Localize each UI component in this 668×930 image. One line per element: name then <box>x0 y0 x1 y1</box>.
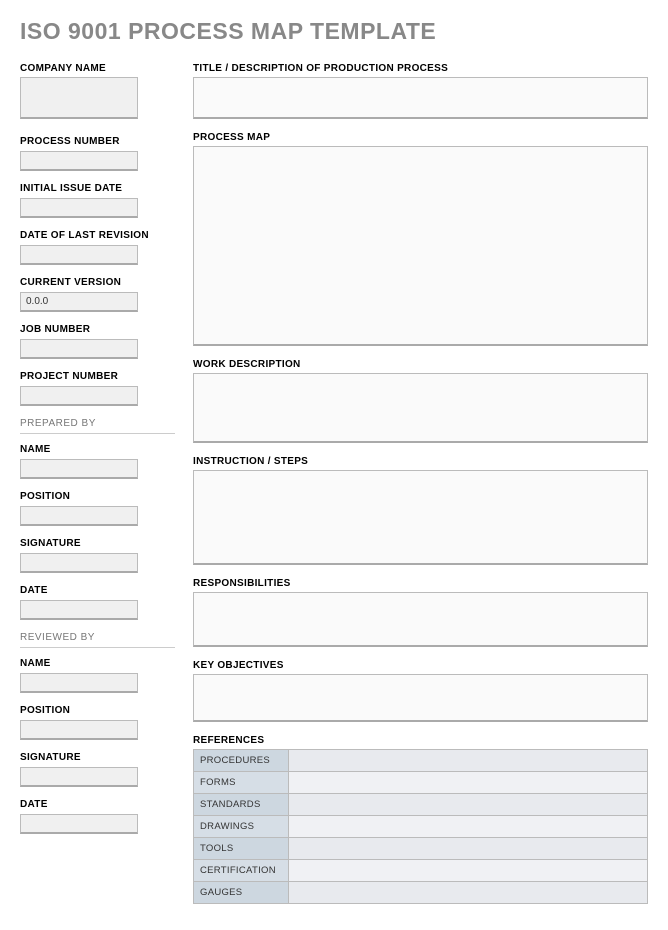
prepared-position-input[interactable] <box>20 506 138 526</box>
right-column: TITLE / DESCRIPTION OF PRODUCTION PROCES… <box>193 63 648 912</box>
references-table: PROCEDURESFORMSSTANDARDSDRAWINGSTOOLSCER… <box>193 749 648 904</box>
instruction-label: INSTRUCTION / STEPS <box>193 456 648 467</box>
date-last-revision-label: DATE OF LAST REVISION <box>20 230 175 241</box>
reviewed-position-label: POSITION <box>20 705 175 716</box>
reference-value-cell[interactable] <box>289 838 648 860</box>
reference-value-cell[interactable] <box>289 794 648 816</box>
reviewed-name-label: NAME <box>20 658 175 669</box>
initial-issue-date-label: INITIAL ISSUE DATE <box>20 183 175 194</box>
prepared-signature-input[interactable] <box>20 553 138 573</box>
reference-value-cell[interactable] <box>289 772 648 794</box>
reference-label-cell: DRAWINGS <box>194 816 289 838</box>
key-objectives-input[interactable] <box>193 674 648 722</box>
process-map-label: PROCESS MAP <box>193 132 648 143</box>
form-layout: COMPANY NAME PROCESS NUMBER INITIAL ISSU… <box>20 63 648 912</box>
prepared-signature-label: SIGNATURE <box>20 538 175 549</box>
references-label: REFERENCES <box>193 735 648 746</box>
job-number-input[interactable] <box>20 339 138 359</box>
table-row: TOOLS <box>194 838 648 860</box>
company-name-label: COMPANY NAME <box>20 63 175 74</box>
title-desc-input[interactable] <box>193 77 648 119</box>
table-row: STANDARDS <box>194 794 648 816</box>
reference-label-cell: TOOLS <box>194 838 289 860</box>
prepared-date-input[interactable] <box>20 600 138 620</box>
project-number-input[interactable] <box>20 386 138 406</box>
reference-value-cell[interactable] <box>289 816 648 838</box>
responsibilities-label: RESPONSIBILITIES <box>193 578 648 589</box>
table-row: CERTIFICATION <box>194 860 648 882</box>
reviewed-date-label: DATE <box>20 799 175 810</box>
project-number-label: PROJECT NUMBER <box>20 371 175 382</box>
process-number-label: PROCESS NUMBER <box>20 136 175 147</box>
reviewed-name-input[interactable] <box>20 673 138 693</box>
job-number-label: JOB NUMBER <box>20 324 175 335</box>
reference-value-cell[interactable] <box>289 860 648 882</box>
reference-label-cell: PROCEDURES <box>194 750 289 772</box>
responsibilities-input[interactable] <box>193 592 648 647</box>
prepared-position-label: POSITION <box>20 491 175 502</box>
reviewed-by-header: REVIEWED BY <box>20 632 175 648</box>
key-objectives-label: KEY OBJECTIVES <box>193 660 648 671</box>
table-row: PROCEDURES <box>194 750 648 772</box>
process-number-input[interactable] <box>20 151 138 171</box>
current-version-input[interactable] <box>20 292 138 312</box>
company-name-input[interactable] <box>20 77 138 119</box>
left-column: COMPANY NAME PROCESS NUMBER INITIAL ISSU… <box>20 63 175 912</box>
reviewed-position-input[interactable] <box>20 720 138 740</box>
page-title: ISO 9001 PROCESS MAP TEMPLATE <box>20 18 648 45</box>
reference-label-cell: FORMS <box>194 772 289 794</box>
prepared-name-input[interactable] <box>20 459 138 479</box>
reviewed-signature-input[interactable] <box>20 767 138 787</box>
reference-label-cell: CERTIFICATION <box>194 860 289 882</box>
work-desc-input[interactable] <box>193 373 648 443</box>
date-last-revision-input[interactable] <box>20 245 138 265</box>
title-desc-label: TITLE / DESCRIPTION OF PRODUCTION PROCES… <box>193 63 648 74</box>
current-version-label: CURRENT VERSION <box>20 277 175 288</box>
reference-value-cell[interactable] <box>289 750 648 772</box>
reviewed-date-input[interactable] <box>20 814 138 834</box>
process-map-input[interactable] <box>193 146 648 346</box>
reference-label-cell: STANDARDS <box>194 794 289 816</box>
instruction-input[interactable] <box>193 470 648 565</box>
table-row: FORMS <box>194 772 648 794</box>
reviewed-signature-label: SIGNATURE <box>20 752 175 763</box>
prepared-name-label: NAME <box>20 444 175 455</box>
initial-issue-date-input[interactable] <box>20 198 138 218</box>
work-desc-label: WORK DESCRIPTION <box>193 359 648 370</box>
prepared-date-label: DATE <box>20 585 175 596</box>
prepared-by-header: PREPARED BY <box>20 418 175 434</box>
table-row: DRAWINGS <box>194 816 648 838</box>
